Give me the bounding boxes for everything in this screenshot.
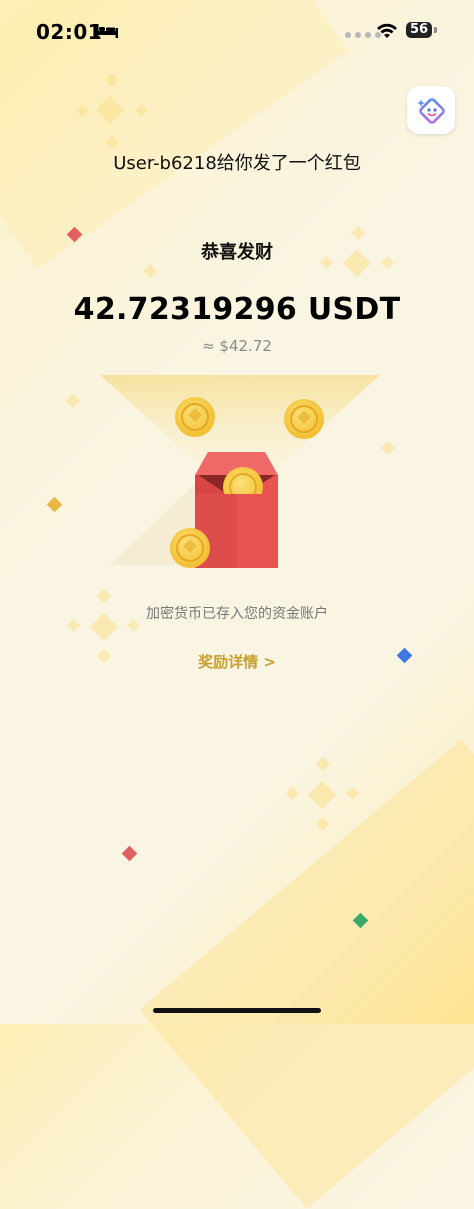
yellow-diamond-decoration bbox=[46, 496, 63, 513]
bed-icon bbox=[96, 24, 118, 38]
sparkle-face-icon bbox=[417, 98, 445, 124]
reward-details-link[interactable]: 奖励详情 > bbox=[0, 651, 474, 672]
wifi-icon bbox=[377, 23, 397, 38]
fiat-value: ≈ $42.72 bbox=[202, 337, 272, 355]
sparkle-decoration bbox=[315, 756, 331, 772]
sparkle-decoration bbox=[315, 816, 331, 832]
background-band bbox=[139, 739, 474, 1209]
home-indicator[interactable] bbox=[153, 1008, 321, 1013]
status-time: 02:01 bbox=[36, 20, 103, 44]
sparkle-decoration bbox=[142, 263, 158, 279]
greeting-title: 恭喜发财 bbox=[201, 242, 273, 263]
sparkle-decoration bbox=[346, 787, 359, 800]
coin-icon bbox=[175, 397, 215, 437]
sparkle-decoration bbox=[96, 588, 112, 604]
sparkle-decoration bbox=[286, 787, 299, 800]
coin-icon bbox=[170, 528, 210, 568]
sender-line: User-b6218给你发了一个红包 bbox=[113, 153, 361, 174]
battery-icon: 56 bbox=[406, 22, 432, 38]
sparkle-decoration bbox=[307, 780, 337, 810]
sparkle-face-button[interactable] bbox=[407, 86, 455, 134]
deposit-note: 加密货币已存入您的资金账户 bbox=[146, 606, 328, 622]
coin-icon bbox=[284, 399, 324, 439]
battery-tip bbox=[434, 27, 437, 33]
red-envelope-illustration bbox=[100, 375, 380, 568]
crypto-amount: 42.72319296 USDT bbox=[73, 292, 401, 327]
red-diamond-decoration bbox=[121, 845, 138, 862]
sparkle-decoration bbox=[65, 393, 81, 409]
status-bar: 02:01 56 bbox=[0, 0, 474, 62]
